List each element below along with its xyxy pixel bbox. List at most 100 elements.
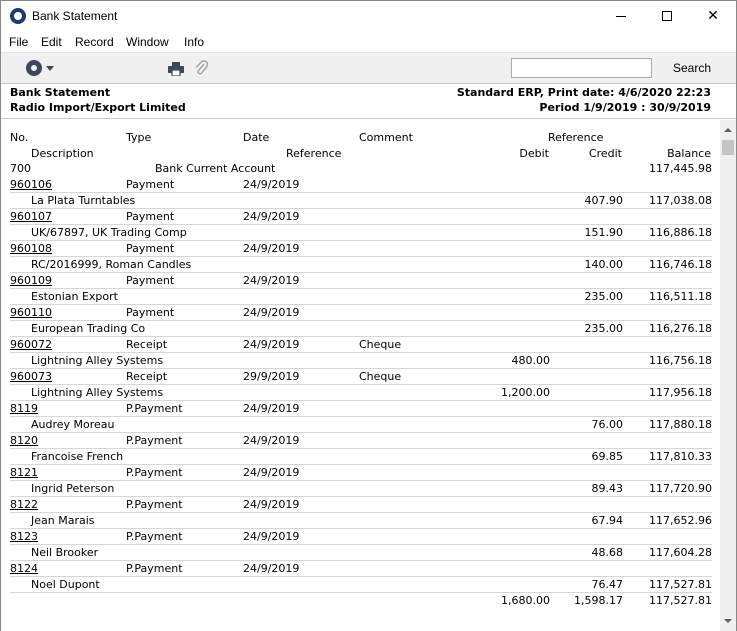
account-balance: 117,445.98 — [649, 162, 712, 175]
transaction-description: La Plata Turntables — [31, 194, 136, 207]
transaction-comment: Cheque — [359, 370, 402, 383]
table-row[interactable]: 8123 P.Payment 24/9/2019 — [10, 529, 712, 545]
col-credit: Credit — [588, 147, 622, 160]
transaction-date: 24/9/2019 — [243, 562, 300, 575]
transaction-date: 29/9/2019 — [243, 370, 300, 383]
report-period: Period 1/9/2019 : 30/9/2019 — [539, 101, 711, 114]
minimize-button[interactable] — [598, 1, 644, 32]
transaction-number-link[interactable]: 960109 — [10, 273, 52, 289]
account-row: 700 Bank Current Account 117,445.98 — [10, 161, 712, 177]
table-row-detail: UK/67897, UK Trading Comp 151.90 116,886.1… — [10, 225, 712, 241]
attachment-icon[interactable] — [194, 60, 208, 76]
table-row[interactable]: 960107 Payment 24/9/2019 — [10, 209, 712, 225]
transaction-number-link[interactable]: 8122 — [10, 497, 38, 513]
transaction-balance: 116,276.18 — [649, 322, 712, 335]
table-row-detail: Jean Marais 67.94 117,652.96 — [10, 513, 712, 529]
col-reference: Reference — [548, 131, 604, 144]
total-debit: 1,680.00 — [501, 594, 550, 607]
transaction-credit: 76.47 — [591, 578, 624, 591]
table-row-detail: Lightning Alley Systems 1,200.00 117,956.1… — [10, 385, 712, 401]
table-row-detail: La Plata Turntables 407.90 117,038.08 — [10, 193, 712, 209]
window-title: Bank Statement — [32, 9, 118, 23]
transaction-balance: 117,720.90 — [649, 482, 712, 495]
vertical-scrollbar[interactable] — [720, 120, 736, 631]
transaction-credit: 69.85 — [591, 450, 624, 463]
transaction-description: Estonian Export — [31, 290, 118, 303]
transaction-type: P.Payment — [126, 402, 183, 415]
table-row[interactable]: 8122 P.Payment 24/9/2019 — [10, 497, 712, 513]
toolbar: Search — [1, 52, 736, 83]
col-date: Date — [243, 131, 270, 144]
table-row[interactable]: 960109 Payment 24/9/2019 — [10, 273, 712, 289]
transaction-description: European Trading Co — [31, 322, 146, 335]
transaction-number-link[interactable]: 960107 — [10, 209, 52, 225]
transaction-date: 24/9/2019 — [243, 306, 300, 319]
table-row[interactable]: 8119 P.Payment 24/9/2019 — [10, 401, 712, 417]
transaction-debit: 1,200.00 — [501, 386, 550, 399]
transaction-balance: 116,756.18 — [649, 354, 712, 367]
account-name: Bank Current Account — [155, 162, 276, 175]
table-row[interactable]: 8120 P.Payment 24/9/2019 — [10, 433, 712, 449]
transaction-type: Receipt — [126, 370, 168, 383]
transaction-type: P.Payment — [126, 498, 183, 511]
transaction-date: 24/9/2019 — [243, 242, 300, 255]
transaction-number-link[interactable]: 960072 — [10, 337, 52, 353]
table-row[interactable]: 960110 Payment 24/9/2019 — [10, 305, 712, 321]
transaction-description: Neil Brooker — [31, 546, 99, 559]
transaction-number-link[interactable]: 8120 — [10, 433, 38, 449]
transaction-number-link[interactable]: 8123 — [10, 529, 38, 545]
scroll-thumb[interactable] — [722, 140, 734, 155]
transaction-number-link[interactable]: 960073 — [10, 369, 52, 385]
table-row[interactable]: 960072 Receipt 24/9/2019 Cheque — [10, 337, 712, 353]
col-comment: Comment — [359, 131, 413, 144]
transaction-number-link[interactable]: 960106 — [10, 177, 52, 193]
menu-info[interactable]: Info — [184, 35, 204, 49]
transaction-description: Lightning Alley Systems — [31, 386, 164, 399]
menu-window[interactable]: Window — [126, 35, 169, 49]
transaction-number-link[interactable]: 8119 — [10, 401, 38, 417]
transaction-number-link[interactable]: 8124 — [10, 561, 38, 577]
transaction-number-link[interactable]: 8121 — [10, 465, 38, 481]
transaction-date: 24/9/2019 — [243, 210, 300, 223]
transaction-balance: 117,956.18 — [649, 386, 712, 399]
transaction-description: RC/2016999, Roman Candles — [31, 258, 192, 271]
menu-file[interactable]: File — [9, 35, 28, 49]
table-row[interactable]: 8124 P.Payment 24/9/2019 — [10, 561, 712, 577]
table-row[interactable]: 960108 Payment 24/9/2019 — [10, 241, 712, 257]
transaction-date: 24/9/2019 — [243, 274, 300, 287]
transaction-credit: 235.00 — [584, 322, 624, 335]
print-info: Standard ERP, Print date: 4/6/2020 22:23 — [456, 86, 711, 99]
scroll-up-icon[interactable] — [720, 122, 736, 138]
chevron-down-icon[interactable] — [46, 66, 54, 71]
print-icon[interactable] — [168, 62, 184, 76]
table-row[interactable]: 960073 Receipt 29/9/2019 Cheque — [10, 369, 712, 385]
menu-edit[interactable]: Edit — [41, 35, 62, 49]
table-row-detail: Noel Dupont 76.47 117,527.81 — [10, 577, 712, 593]
search-input[interactable] — [511, 58, 652, 78]
transaction-type: Payment — [126, 178, 175, 191]
table-row-detail: European Trading Co 235.00 116,276.18 — [10, 321, 712, 337]
search-button[interactable]: Search — [673, 61, 711, 75]
transaction-number-link[interactable]: 960110 — [10, 305, 52, 321]
scroll-down-icon[interactable] — [720, 613, 736, 629]
transaction-type: P.Payment — [126, 530, 183, 543]
table-row[interactable]: 8121 P.Payment 24/9/2019 — [10, 465, 712, 481]
transaction-credit: 89.43 — [591, 482, 624, 495]
report-body[interactable]: No. Type Date Comment Reference Descript… — [1, 120, 720, 631]
transaction-comment: Cheque — [359, 338, 402, 351]
menu-record[interactable]: Record — [75, 35, 114, 49]
table-row-detail: Ingrid Peterson 89.43 117,720.90 — [10, 481, 712, 497]
maximize-button[interactable] — [644, 1, 690, 32]
transaction-type: P.Payment — [126, 562, 183, 575]
table-row[interactable]: 960106 Payment 24/9/2019 — [10, 177, 712, 193]
transaction-description: Ingrid Peterson — [31, 482, 115, 495]
transaction-debit: 480.00 — [511, 354, 551, 367]
transaction-type: Payment — [126, 306, 175, 319]
close-button[interactable]: ✕ — [690, 1, 736, 32]
gear-icon[interactable] — [26, 60, 42, 76]
report-title: Bank Statement — [10, 86, 111, 99]
transaction-date: 24/9/2019 — [243, 466, 300, 479]
transaction-balance: 116,746.18 — [649, 258, 712, 271]
transaction-number-link[interactable]: 960108 — [10, 241, 52, 257]
transaction-credit: 151.90 — [584, 226, 624, 239]
